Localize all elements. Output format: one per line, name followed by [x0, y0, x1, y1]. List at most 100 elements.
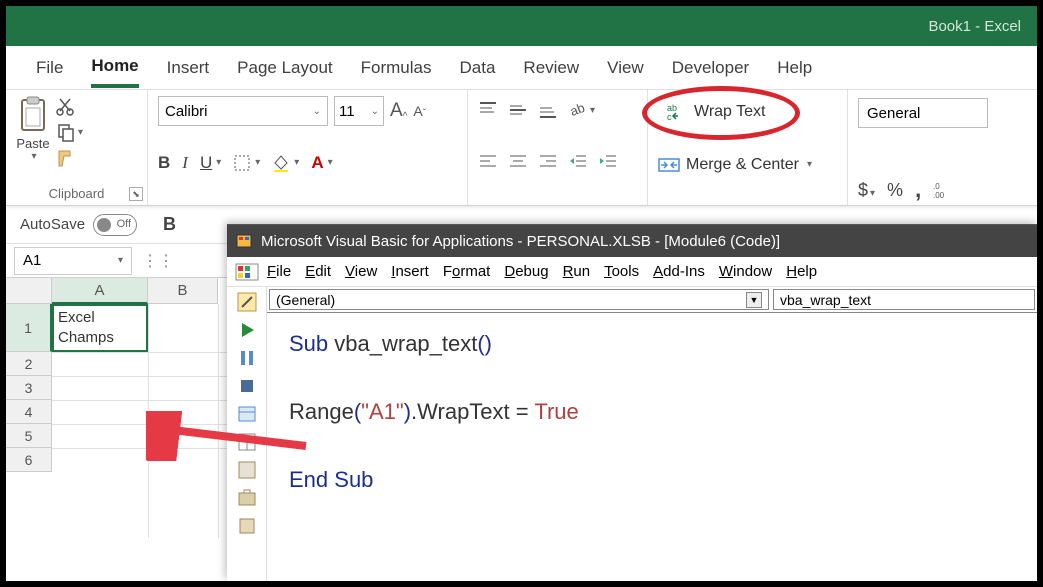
copy-button[interactable]: ▾	[56, 122, 83, 142]
merge-center-icon	[658, 155, 680, 175]
vbe-object-value: (General)	[276, 292, 335, 308]
font-name-select[interactable]: Calibri ⌄	[158, 96, 328, 126]
cell-A1[interactable]: Excel Champs	[52, 304, 148, 352]
clipboard-dialog-launcher[interactable]: ⬊	[129, 187, 143, 201]
column-header-B[interactable]: B	[148, 278, 218, 304]
percent-button[interactable]: %	[887, 180, 903, 201]
chevron-down-icon: ▾	[118, 255, 123, 266]
align-center-icon[interactable]	[508, 152, 528, 172]
vbe-properties-icon[interactable]	[236, 431, 258, 453]
tab-view[interactable]: View	[607, 50, 644, 86]
tab-formulas[interactable]: Formulas	[361, 50, 432, 86]
vbe-menu-run[interactable]: Run	[557, 261, 597, 282]
vbe-design-icon[interactable]	[236, 291, 258, 313]
row-header-6[interactable]: 6	[6, 448, 52, 472]
fill-color-button[interactable]: ▾	[272, 154, 299, 172]
title-text: Book1 - Excel	[928, 18, 1021, 35]
merge-center-label: Merge & Center	[686, 156, 799, 174]
vbe-object-select[interactable]: (General) ▼	[269, 289, 769, 310]
align-top-icon[interactable]	[478, 100, 498, 120]
tab-help[interactable]: Help	[777, 50, 812, 86]
align-left-icon[interactable]	[478, 152, 498, 172]
font-name-value: Calibri	[165, 103, 208, 120]
row-header-4[interactable]: 4	[6, 400, 52, 424]
underline-button[interactable]: U▾	[200, 153, 221, 173]
number-format-select[interactable]: General	[858, 98, 988, 128]
merge-center-button[interactable]: Merge & Center ▾	[658, 151, 837, 179]
tab-home[interactable]: Home	[91, 48, 138, 88]
row-header-3[interactable]: 3	[6, 376, 52, 400]
clipboard-group: Paste ▾ ▾ Clipboard ⬊	[6, 90, 148, 205]
tab-file[interactable]: File	[36, 50, 63, 86]
vbe-project-icon[interactable]	[236, 403, 258, 425]
vbe-excel-icon[interactable]	[235, 261, 259, 283]
namebox-value: A1	[23, 252, 41, 269]
vbe-code-pane[interactable]: Sub vba_wrap_text() Range("A1").WrapText…	[267, 312, 1037, 581]
vbe-stop-icon[interactable]	[236, 375, 258, 397]
cut-icon[interactable]	[56, 96, 76, 116]
tab-insert[interactable]: Insert	[167, 50, 210, 86]
vbe-menu-tools[interactable]: Tools	[598, 261, 645, 282]
vbe-procedure-select[interactable]: vba_wrap_text	[773, 289, 1035, 310]
vbe-menu-insert[interactable]: Insert	[385, 261, 435, 282]
currency-button[interactable]: $▾	[858, 180, 875, 201]
orientation-button[interactable]: ab▾	[568, 100, 595, 120]
italic-button[interactable]: I	[182, 153, 188, 173]
align-right-icon[interactable]	[538, 152, 558, 172]
tab-review[interactable]: Review	[523, 50, 579, 86]
row-header-2[interactable]: 2	[6, 352, 52, 376]
vbe-title-text: Microsoft Visual Basic for Applications …	[261, 233, 780, 250]
vbe-menu-help[interactable]: Help	[780, 261, 823, 282]
vbe-toolbar	[227, 287, 267, 581]
vbe-browser-icon[interactable]	[236, 459, 258, 481]
row-header-5[interactable]: 5	[6, 424, 52, 448]
svg-text:.0: .0	[933, 182, 940, 191]
align-bottom-icon[interactable]	[538, 100, 558, 120]
font-color-button[interactable]: A▾	[311, 153, 332, 173]
ribbon: Paste ▾ ▾ Clipboard ⬊ Calibri ⌄ 11⌄ A^ Aˇ	[6, 90, 1037, 206]
vbe-menu-debug[interactable]: Debug	[498, 261, 554, 282]
select-all-corner[interactable]	[6, 278, 52, 304]
increase-decimal-icon[interactable]: .0.00	[933, 181, 951, 199]
vbe-misc-icon[interactable]	[236, 515, 258, 537]
bold-button[interactable]: B	[158, 153, 170, 173]
vbe-menu-file[interactable]: File	[261, 261, 297, 282]
chevron-down-icon: ⌄	[313, 106, 321, 117]
cell-A1-line2: Champs	[58, 329, 114, 346]
wrap-text-label: Wrap Text	[694, 103, 765, 121]
font-size-value: 11	[339, 103, 355, 120]
decrease-font-button[interactable]: Aˇ	[413, 103, 426, 119]
number-format-value: General	[867, 105, 920, 122]
vbe-menu-addins[interactable]: Add-Ins	[647, 261, 711, 282]
vbe-pause-icon[interactable]	[236, 347, 258, 369]
wrap-text-button[interactable]: abc Wrap Text	[658, 98, 837, 126]
vbe-menu-format[interactable]: Format	[437, 261, 497, 282]
tab-data[interactable]: Data	[460, 50, 496, 86]
vbe-run-icon[interactable]	[236, 319, 258, 341]
borders-button[interactable]: ▾	[233, 154, 260, 172]
autosave-toggle[interactable]: Off	[93, 214, 137, 236]
vbe-title-bar[interactable]: Microsoft Visual Basic for Applications …	[227, 225, 1037, 257]
chevron-down-icon: ▼	[746, 292, 762, 308]
vbe-menu-window[interactable]: Window	[713, 261, 778, 282]
paste-button[interactable]: Paste ▾	[16, 96, 50, 168]
tab-developer[interactable]: Developer	[672, 50, 750, 86]
comma-button[interactable]: ,	[915, 177, 921, 203]
alignment-group: ab▾	[468, 90, 648, 205]
decrease-indent-icon[interactable]	[568, 152, 588, 172]
increase-indent-icon[interactable]	[598, 152, 618, 172]
tab-page-layout[interactable]: Page Layout	[237, 50, 332, 86]
font-size-select[interactable]: 11⌄	[334, 96, 384, 126]
vbe-menu-edit[interactable]: Edit	[299, 261, 337, 282]
clipboard-icon	[16, 96, 50, 136]
name-box[interactable]: A1 ▾	[14, 247, 132, 275]
format-painter-icon[interactable]	[56, 148, 76, 168]
row-header-1[interactable]: 1	[6, 304, 52, 352]
column-header-A[interactable]: A	[52, 278, 148, 304]
increase-font-button[interactable]: A^	[390, 100, 407, 122]
vbe-toolbox-icon[interactable]	[236, 487, 258, 509]
formula-fx-icon[interactable]: ⋮⋮	[142, 251, 174, 271]
align-middle-icon[interactable]	[508, 100, 528, 120]
vbe-menu-view[interactable]: View	[339, 261, 383, 282]
copy-icon	[56, 122, 76, 142]
